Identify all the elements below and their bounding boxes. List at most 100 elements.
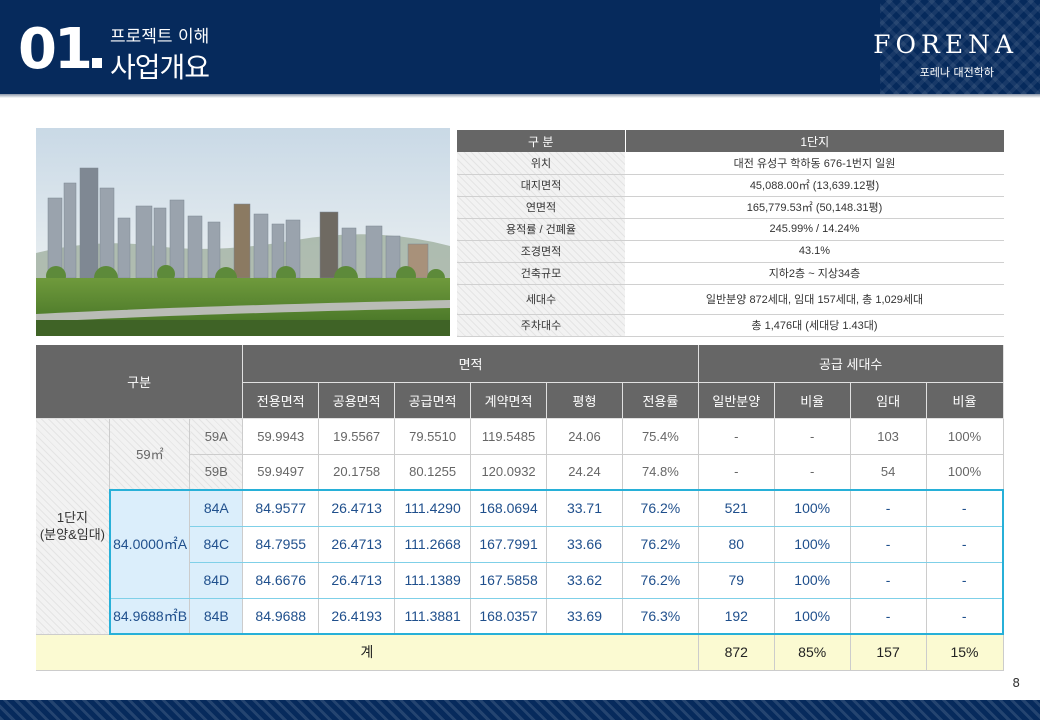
info-value: 지하2층 ~ 지상34층 xyxy=(625,262,1004,285)
table-cell: - xyxy=(926,598,1004,635)
table-cell: 19.5567 xyxy=(318,418,396,455)
table-cell: - xyxy=(926,562,1004,599)
page-header: 01 프로젝트 이해 사업개요 FORENA 포레나 대전학하 xyxy=(0,0,1040,98)
total-cell: 85% xyxy=(774,634,851,671)
table-cell: 20.1758 xyxy=(318,454,396,491)
subheader-ratio: 비율 xyxy=(926,382,1004,419)
table-cell: 100% xyxy=(926,454,1004,491)
table-cell: 84.6676 xyxy=(242,562,320,599)
main-header-row-1: 구분 면적 공급 세대수 xyxy=(36,345,1004,419)
unit-type: 84A xyxy=(189,489,244,527)
table-cell: 26.4713 xyxy=(318,562,396,599)
info-label: 조경면적 xyxy=(457,240,625,263)
info-value: 일반분양 872세대, 임대 157세대, 총 1,029세대 xyxy=(625,284,1004,315)
table-cell: 84.9577 xyxy=(242,489,320,527)
table-cell: 80 xyxy=(698,526,775,563)
table-cell: 100% xyxy=(774,526,851,563)
table-cell: 26.4713 xyxy=(318,489,396,527)
unit-area-table: 구분 면적 공급 세대수 전용면적 공용면적 공급면적 계약면적 평형 전용률 … xyxy=(36,345,1004,671)
subheader-general-sale: 일반분양 xyxy=(698,382,775,419)
info-value: 45,088.00㎡ (13,639.12평) xyxy=(625,174,1004,197)
unit-type: 84D xyxy=(189,562,244,599)
table-cell: 84.7955 xyxy=(242,526,320,563)
table-cell: 168.0694 xyxy=(470,489,548,527)
table-cell: 79 xyxy=(698,562,775,599)
table-cell: - xyxy=(774,454,851,491)
subheader-exclusive-ratio: 전용률 xyxy=(622,382,699,419)
section-number: 01 xyxy=(18,17,93,82)
table-cell: 24.06 xyxy=(546,418,623,455)
table-cell: 59.9497 xyxy=(242,454,320,491)
table-row: 84.9688㎡B 84B 84.9688 26.4193 111.3881 1… xyxy=(36,598,1004,635)
table-cell: 59.9943 xyxy=(242,418,320,455)
table-cell: 79.5510 xyxy=(394,418,472,455)
table-cell: - xyxy=(774,418,851,455)
project-info-table: 구 분 1단지 위치 대전 유성구 학하동 676-1번지 일원 대지면적 45,0… xyxy=(457,130,1004,337)
table-cell: 33.66 xyxy=(546,526,623,563)
table-cell: 120.0932 xyxy=(470,454,548,491)
table-cell: 111.3881 xyxy=(394,598,472,635)
info-row: 위치 대전 유성구 학하동 676-1번지 일원 xyxy=(457,152,1004,175)
info-label: 대지면적 xyxy=(457,174,625,197)
info-value: 대전 유성구 학하동 676-1번지 일원 xyxy=(625,152,1004,175)
size-label: 84.0000㎡A xyxy=(108,489,191,599)
table-cell: 33.62 xyxy=(546,562,623,599)
header-supply: 공급 세대수 xyxy=(698,345,1004,383)
subheader-supply-area: 공급면적 xyxy=(394,382,472,419)
table-row: 84.0000㎡A 84A 84.9577 26.4713 111.4290 1… xyxy=(36,489,1004,599)
table-cell: 100% xyxy=(774,598,851,635)
table-cell: - xyxy=(926,526,1004,563)
table-cell: 76.3% xyxy=(622,598,699,635)
page-footer-band xyxy=(0,700,1040,720)
table-cell: 33.69 xyxy=(546,598,623,635)
subheader-contract-area: 계약면적 xyxy=(470,382,548,419)
info-label: 연면적 xyxy=(457,196,625,219)
info-label: 건축규모 xyxy=(457,262,625,285)
total-cell: 15% xyxy=(926,634,1004,671)
total-label: 계 xyxy=(36,634,699,671)
page-number: 8 xyxy=(1012,676,1020,690)
table-cell: 167.5858 xyxy=(470,562,548,599)
table-cell: 111.2668 xyxy=(394,526,472,563)
info-row: 주차대수 총 1,476대 (세대당 1.43대) xyxy=(457,314,1004,337)
subheader-pyeong: 평형 xyxy=(546,382,623,419)
table-cell: - xyxy=(850,526,927,563)
table-cell: 76.2% xyxy=(622,562,699,599)
table-cell: 521 xyxy=(698,489,775,527)
project-rendering-image xyxy=(36,128,450,336)
info-value: 총 1,476대 (세대당 1.43대) xyxy=(625,314,1004,337)
info-header-row: 구 분 1단지 xyxy=(457,130,1004,152)
size-label: 84.9688㎡B xyxy=(108,598,191,635)
info-header-gubun: 구 분 xyxy=(457,130,626,152)
table-cell: 119.5485 xyxy=(470,418,548,455)
total-cell: 872 xyxy=(698,634,775,671)
info-value: 165,779.53㎡ (50,148.31평) xyxy=(625,196,1004,219)
info-row: 용적률 / 건폐율 245.99% / 14.24% xyxy=(457,218,1004,241)
info-header-complex: 1단지 xyxy=(625,130,1004,152)
table-cell: - xyxy=(698,454,775,491)
section-title: 사업개요 xyxy=(110,51,210,84)
info-value: 43.1% xyxy=(625,240,1004,263)
table-cell: - xyxy=(850,489,927,527)
subheader-ratio: 비율 xyxy=(774,382,851,419)
table-cell: 103 xyxy=(850,418,927,455)
header-gubun: 구분 xyxy=(36,345,244,419)
table-cell: - xyxy=(850,562,927,599)
info-row: 대지면적 45,088.00㎡ (13,639.12평) xyxy=(457,174,1004,197)
complex-group-label: 1단지 (분양&임대) xyxy=(36,418,111,635)
table-row: 1단지 (분양&임대) 59㎡ 59A 59.9943 19.5567 79.5… xyxy=(36,418,1004,635)
info-label: 세대수 xyxy=(457,284,625,315)
table-cell: 74.8% xyxy=(622,454,699,491)
table-cell: 192 xyxy=(698,598,775,635)
table-cell: 80.1255 xyxy=(394,454,472,491)
table-cell: 100% xyxy=(774,489,851,527)
table-cell: 75.4% xyxy=(622,418,699,455)
table-cell: 54 xyxy=(850,454,927,491)
brand-subtitle: 포레나 대전학하 xyxy=(919,66,994,79)
unit-type: 84B xyxy=(189,598,244,635)
unit-type: 59B xyxy=(189,454,244,491)
table-cell: 168.0357 xyxy=(470,598,548,635)
table-cell: 111.1389 xyxy=(394,562,472,599)
table-cell: 111.4290 xyxy=(394,489,472,527)
section-dot xyxy=(92,58,102,68)
